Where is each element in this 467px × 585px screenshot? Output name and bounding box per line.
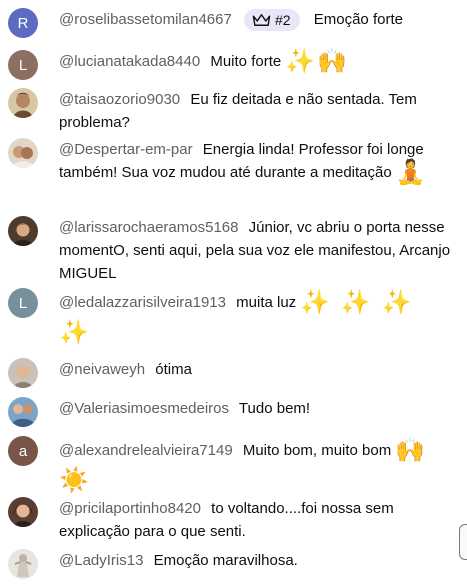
avatar[interactable] (8, 216, 38, 246)
message-body: @neivaweyh ótima (59, 358, 453, 381)
message-text: Muito forte (210, 53, 282, 70)
message-body: @lucianatakada8440 Muito forte ✨🙌 (59, 50, 453, 74)
avatar[interactable]: L (8, 288, 38, 318)
author-name[interactable]: @taisaozorio9030 (59, 91, 180, 108)
message-text: Tudo bem! (238, 400, 311, 417)
message-body: @alexandrelealvieira7149 Muito bom, muit… (59, 436, 453, 496)
message-body: @ledalazzarisilveira1913 muita luz ✨ ✨ ✨… (59, 288, 453, 348)
message-body: @pricilaportinho8420 to voltando....foi … (59, 497, 453, 543)
avatar[interactable]: L (8, 50, 38, 80)
avatar[interactable] (8, 497, 38, 527)
message-text: Muito bom, muito bom (242, 442, 392, 459)
avatar[interactable] (8, 358, 38, 388)
message-body: @Valeriasimoesmedeiros Tudo bem! (59, 397, 453, 420)
user-photo-icon (8, 88, 38, 118)
emoji-meditation: 🧘 (395, 159, 428, 186)
message-body: @taisaozorio9030 Eu fiz deitada e não se… (59, 88, 453, 134)
author-name[interactable]: @neivaweyh (59, 361, 145, 378)
message-text: muita luz (236, 294, 297, 311)
avatar[interactable] (8, 138, 38, 168)
author-name[interactable]: @LadyIris13 (59, 552, 143, 569)
avatar[interactable]: a (8, 436, 38, 466)
avatar-letter: R (17, 14, 29, 32)
message-body: @LadyIris13 Emoção maravilhosa. (59, 549, 453, 572)
message-body: @Despertar-em-par Energia linda! Profess… (59, 138, 453, 185)
emoji-sparkles-raised-hands: ✨🙌 (285, 48, 350, 75)
author-name[interactable]: @pricilaportinho8420 (59, 500, 201, 517)
message-body: @larissarochaeramos5168 Júnior, vc abriu… (59, 216, 453, 285)
rank-number: #2 (275, 11, 291, 28)
author-name[interactable]: @ledalazzarisilveira1913 (59, 294, 226, 311)
user-photo-icon (8, 216, 38, 246)
user-photo-icon (8, 497, 38, 527)
author-name[interactable]: @Valeriasimoesmedeiros (59, 400, 229, 417)
scroll-handle[interactable] (459, 524, 467, 560)
avatar-letter: L (18, 294, 28, 312)
avatar[interactable]: R (8, 8, 38, 38)
message-text: Emoção maravilhosa. (153, 552, 298, 569)
user-photo-icon (8, 549, 38, 579)
avatar[interactable] (8, 397, 38, 427)
author-name[interactable]: @Despertar-em-par (59, 141, 193, 158)
user-photo-icon (8, 138, 38, 168)
author-name[interactable]: @larissarochaeramos5168 (59, 219, 238, 236)
avatar[interactable] (8, 88, 38, 118)
message-text: ótima (155, 361, 192, 378)
author-name[interactable]: @alexandrelealvieira7149 (59, 442, 233, 459)
author-name[interactable]: @roselibassetomilan4667 (59, 11, 232, 28)
crown-icon (252, 14, 271, 26)
rank-badge: #2 (244, 9, 300, 32)
avatar-letter: a (18, 442, 28, 460)
message-body: @roselibassetomilan4667 #2 Emoção forte (59, 8, 453, 32)
user-photo-icon (8, 397, 38, 427)
live-chat-list: R @roselibassetomilan4667 #2 Emoção fort… (0, 0, 467, 585)
avatar-letter: L (18, 56, 28, 74)
avatar[interactable] (8, 549, 38, 579)
author-name[interactable]: @lucianatakada8440 (59, 53, 200, 70)
message-text: Emoção forte (313, 11, 403, 28)
user-photo-icon (8, 358, 38, 388)
